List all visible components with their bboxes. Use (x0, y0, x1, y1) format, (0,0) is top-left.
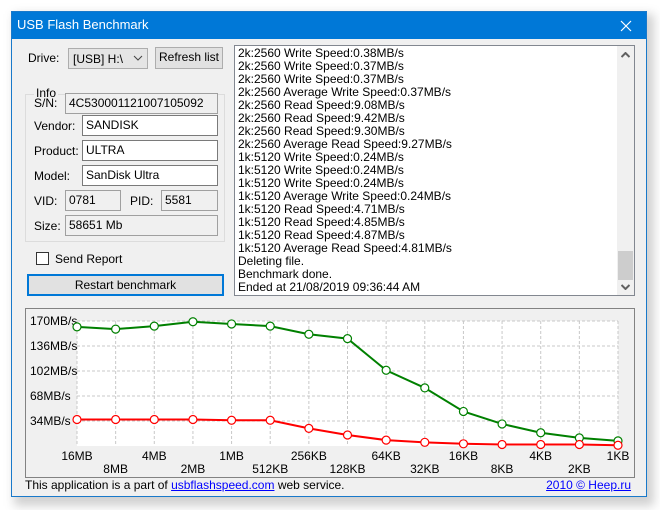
log-scrollbar[interactable] (617, 46, 634, 295)
data-point-write (304, 423, 314, 433)
data-point-write (458, 439, 469, 449)
data-point-read (342, 334, 353, 344)
log-lines: 2k:2560 Write Speed:0.38MB/s 2k:2560 Writ… (238, 47, 452, 294)
y-tick-label: 136MB/s (30, 339, 77, 353)
chevron-down-icon (621, 283, 630, 290)
data-point-read (149, 321, 159, 331)
sn-field: 4C530001121007105092 (65, 93, 218, 114)
product-field[interactable]: ULTRA (82, 140, 218, 161)
model-label: Model: (34, 169, 71, 183)
sn-label: S/N: (34, 96, 58, 110)
pid-field: 5581 (161, 190, 218, 211)
pid-label: PID: (130, 194, 154, 208)
vid-field: 0781 (65, 190, 121, 211)
x-tick-label: 256KB (291, 449, 327, 463)
x-tick-label: 32KB (410, 462, 439, 476)
x-tick-label: 16KB (449, 449, 478, 463)
chevron-down-icon (133, 55, 143, 61)
data-point-read (458, 406, 469, 417)
data-point-write (381, 435, 391, 445)
data-point-read (304, 329, 314, 339)
data-point-write (149, 414, 159, 425)
chevron-up-icon (621, 51, 630, 58)
data-point-read (381, 365, 391, 375)
data-point-write (188, 414, 198, 425)
data-point-write (342, 430, 353, 440)
data-point-write (111, 414, 121, 425)
x-tick-label: 16MB (61, 449, 92, 463)
data-point-write (72, 414, 82, 425)
drive-select[interactable]: [USB] H:\ (68, 48, 148, 69)
footer-copyright: 2010 © Heep.ru (546, 478, 631, 492)
data-point-read (420, 383, 430, 393)
restart-benchmark-button[interactable]: Restart benchmark (27, 274, 224, 296)
send-report-checkbox[interactable] (36, 252, 49, 265)
x-tick-label: 8MB (103, 462, 128, 476)
data-point-write (265, 415, 275, 425)
drive-select-value: [USB] H:\ (73, 52, 124, 66)
data-point-write (613, 440, 623, 450)
data-point-read (111, 324, 121, 334)
data-point-write (536, 439, 546, 450)
window-title: USB Flash Benchmark (17, 17, 149, 32)
x-tick-label: 1MB (219, 449, 244, 463)
x-tick-label: 2MB (181, 462, 206, 476)
data-point-write (497, 439, 507, 450)
x-tick-label: 128KB (329, 462, 365, 476)
heep-link[interactable]: 2010 © Heep.ru (546, 478, 631, 492)
footer-text-before: This application is a part of (25, 478, 172, 492)
scroll-thumb[interactable] (618, 251, 633, 280)
data-point-write (420, 437, 430, 447)
title-bar[interactable]: USB Flash Benchmark (12, 12, 646, 39)
x-tick-label: 8KB (491, 462, 514, 476)
vid-label: VID: (34, 194, 58, 208)
y-tick-label: 102MB/s (30, 364, 77, 378)
data-point-read (226, 319, 237, 329)
product-label: Product: (34, 144, 79, 158)
send-report-label[interactable]: Send Report (55, 252, 122, 266)
log-listbox[interactable]: 2k:2560 Write Speed:0.38MB/s 2k:2560 Writ… (234, 45, 635, 296)
x-tick-label: 512KB (252, 462, 288, 476)
usbflashspeed-link[interactable]: usbflashspeed.com (171, 478, 274, 492)
y-tick-label: 68MB/s (30, 389, 71, 403)
speed-chart-svg: 34MB/s 68MB/s 102MB/s 136MB/s 170MB/s 16MB 8MB… (30, 314, 630, 476)
data-point-read (188, 317, 198, 327)
drive-label: Drive: (28, 51, 60, 65)
speed-chart: 34MB/s 68MB/s 102MB/s 136MB/s 170MB/s 16MB 8MB… (25, 308, 635, 478)
data-point-read (72, 322, 82, 332)
footer-text-after: web service. (274, 478, 345, 492)
x-tick-label: 1KB (607, 449, 630, 463)
data-point-read (265, 321, 275, 331)
y-tick-label: 34MB/s (30, 414, 71, 428)
data-point-read (497, 419, 507, 429)
close-button[interactable] (606, 12, 646, 39)
data-point-write (574, 439, 584, 450)
data-point-write (226, 415, 237, 425)
size-field: 58651 Mb (65, 215, 218, 236)
size-label: Size: (34, 219, 61, 233)
footer-text: This application is a part of usbflashsp… (25, 478, 345, 492)
x-tick-label: 4MB (142, 449, 167, 463)
x-tick-label: 2KB (568, 462, 591, 476)
x-tick-label: 64KB (371, 449, 400, 463)
vendor-label: Vendor: (34, 119, 76, 133)
close-icon (620, 20, 632, 31)
log-line: Ended at 21/08/2019 09:36:44 AM (238, 280, 421, 294)
data-point-read (536, 428, 546, 438)
refresh-list-button[interactable]: Refresh list (155, 47, 223, 69)
x-tick-label: 4KB (529, 449, 552, 463)
scroll-down-button[interactable] (617, 278, 634, 295)
vendor-field[interactable]: SANDISK (82, 115, 218, 136)
app-window: USB Flash Benchmark Drive: [USB] H:\ Ref… (11, 11, 647, 497)
model-field[interactable]: SanDisk Ultra (82, 165, 218, 186)
scroll-up-button[interactable] (617, 46, 634, 63)
y-tick-label: 170MB/s (30, 314, 77, 328)
